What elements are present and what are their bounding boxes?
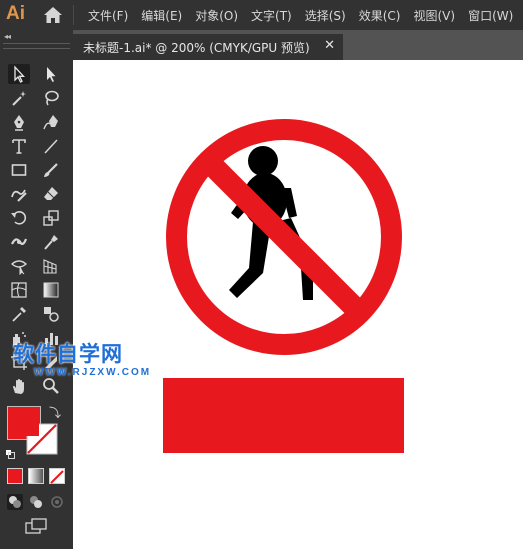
rotate-tool-icon[interactable] [8,208,30,228]
gradient-tool-icon[interactable] [40,280,62,300]
default-fill-stroke-icon[interactable] [5,444,15,459]
app-logo: Ai [6,3,25,24]
close-tab-icon[interactable]: ✕ [324,38,335,53]
paintbrush-tool-icon[interactable] [40,160,62,180]
mesh-tool-icon[interactable] [8,280,30,300]
perspective-grid-tool-icon[interactable] [40,256,62,276]
menu-effect[interactable]: 效果(C) [359,7,401,24]
draw-behind-icon[interactable] [28,494,44,510]
home-icon[interactable] [43,6,63,24]
pen-tool-icon[interactable] [8,112,30,132]
menu-edit[interactable]: 编辑(E) [141,7,182,24]
menu-view[interactable]: 视图(V) [413,7,455,24]
tools-panel: ◂◂ ⤵ [0,30,73,549]
color-mode-button[interactable] [7,468,23,484]
watermark-url: WWW.RJZXW.COM [34,367,152,378]
line-segment-tool-icon[interactable] [40,136,62,156]
main-menu: 文件(F) 编辑(E) 对象(O) 文字(T) 选择(S) 效果(C) 视图(V… [88,0,523,30]
selection-tool-icon[interactable] [8,64,30,84]
type-tool-icon[interactable] [8,136,30,156]
zoom-tool-icon[interactable] [40,376,62,396]
eyedropper-tool-icon[interactable] [8,304,30,324]
width-tool-icon[interactable] [8,232,30,252]
red-banner[interactable] [163,378,404,453]
panel-grip[interactable] [3,43,70,49]
screen-mode-icon[interactable] [25,518,47,534]
puppet-warp-tool-icon[interactable] [40,232,62,252]
menu-object[interactable]: 对象(O) [195,7,238,24]
scale-tool-icon[interactable] [40,208,62,228]
rectangle-tool-icon[interactable] [8,160,30,180]
curvature-tool-icon[interactable] [40,112,62,132]
watermark-title: 软件自学网 [13,342,123,366]
magic-wand-tool-icon[interactable] [8,88,30,108]
none-mode-button[interactable] [49,468,65,484]
menu-select[interactable]: 选择(S) [305,7,346,24]
free-transform-tool-icon[interactable] [8,256,30,276]
eraser-tool-icon[interactable] [40,184,62,204]
hand-tool-icon[interactable] [8,376,30,396]
artboard-canvas[interactable] [73,60,523,549]
gradient-mode-button[interactable] [28,468,44,484]
no-pedestrian-sign[interactable] [165,118,403,356]
draw-inside-icon[interactable] [49,494,65,510]
menu-divider [73,5,74,25]
direct-selection-tool-icon[interactable] [40,64,62,84]
document-tab-title: 未标题-1.ai* @ 200% (CMYK/GPU 预览) [83,40,310,55]
document-tab[interactable]: 未标题-1.ai* @ 200% (CMYK/GPU 预览) ✕ [73,34,343,60]
draw-normal-icon[interactable] [7,494,23,510]
swap-fill-stroke-icon[interactable]: ⤵ [49,404,61,421]
menu-window[interactable]: 窗口(W) [468,7,513,24]
lasso-tool-icon[interactable] [40,88,62,108]
shaper-tool-icon[interactable] [8,184,30,204]
document-tab-bar: 未标题-1.ai* @ 200% (CMYK/GPU 预览) ✕ [73,30,523,60]
stroke-swatch[interactable] [26,423,58,455]
menu-file[interactable]: 文件(F) [88,7,128,24]
menu-bar: Ai 文件(F) 编辑(E) 对象(O) 文字(T) 选择(S) 效果(C) 视… [0,0,523,30]
collapse-panel-icon[interactable]: ◂◂ [4,32,11,41]
menu-type[interactable]: 文字(T) [251,7,292,24]
blend-tool-icon[interactable] [40,304,62,324]
